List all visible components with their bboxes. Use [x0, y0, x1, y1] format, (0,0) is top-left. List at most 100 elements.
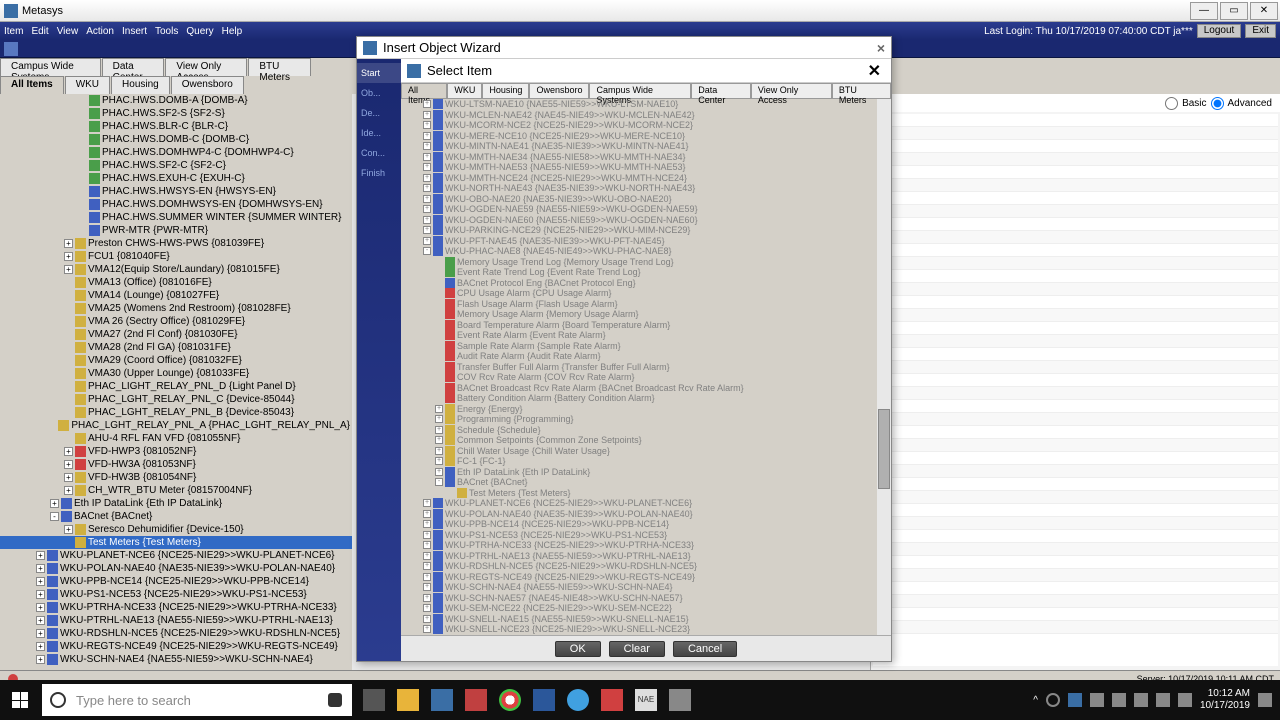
wizard-tree-row[interactable]: Sample Rate Alarm {Sample Rate Alarm}	[401, 341, 891, 352]
wizard-step[interactable]: Ob...	[357, 83, 401, 103]
clear-button[interactable]: Clear	[609, 641, 665, 657]
tree-row[interactable]: PHAC_LGHT_RELAY_PNL_B {Device-85043}	[0, 406, 352, 419]
tree-row[interactable]: PHAC.HWS.SUMMER WINTER {SUMMER WINTER}	[0, 211, 352, 224]
expand-icon[interactable]: +	[64, 447, 73, 456]
expand-icon[interactable]: -	[423, 247, 431, 255]
wizard-close-icon[interactable]: ×	[877, 40, 885, 56]
tree-row[interactable]: +FCU1 {081040FE}	[0, 250, 352, 263]
expand-icon[interactable]: +	[50, 499, 59, 508]
wizard-tree-row[interactable]: +WKU-SEM-NCE22 {NCE25-NIE29>>WKU-SEM-NCE…	[401, 603, 891, 614]
minimize-button[interactable]: —	[1190, 2, 1218, 20]
wizard-tree-row[interactable]: COV Rcv Rate Alarm {COV Rcv Rate Alarm}	[401, 372, 891, 383]
wizard-tree-row[interactable]: +WKU-POLAN-NAE40 {NAE35-NIE39>>WKU-POLAN…	[401, 509, 891, 520]
expand-icon[interactable]: +	[423, 583, 431, 591]
wizard-tree-row[interactable]: +WKU-PFT-NAE45 {NAE35-NIE39>>WKU-PFT-NAE…	[401, 236, 891, 247]
select-item-close-icon[interactable]: ✕	[868, 61, 881, 81]
expand-icon[interactable]: +	[423, 184, 431, 192]
tray-icon[interactable]	[1068, 693, 1082, 707]
tree-row[interactable]: +Seresco Dehumidifier {Device-150}	[0, 523, 352, 536]
wizard-tree-row[interactable]: +WKU-MINTN-NAE41 {NAE35-NIE39>>WKU-MINTN…	[401, 141, 891, 152]
wizard-tab[interactable]: Campus Wide Systems	[589, 83, 691, 99]
file-explorer-icon[interactable]	[394, 686, 422, 714]
wizard-tree-row[interactable]: Transfer Buffer Full Alarm {Transfer Buf…	[401, 362, 891, 373]
wizard-tree-row[interactable]: BACnet Protocol Eng {BACnet Protocol Eng…	[401, 278, 891, 289]
tree-row[interactable]: VMA14 (Lounge) {081027FE}	[0, 289, 352, 302]
expand-icon[interactable]: +	[423, 237, 431, 245]
tree-row[interactable]: +WKU-REGTS-NCE49 {NCE25-NIE29>>WKU-REGTS…	[0, 640, 352, 653]
expand-icon[interactable]: +	[435, 457, 443, 465]
tree-row[interactable]: +Preston CHWS-HWS-PWS {081039FE}	[0, 237, 352, 250]
tray-icon[interactable]	[1090, 693, 1104, 707]
tree-row[interactable]: +WKU-PPB-NCE14 {NCE25-NIE29>>WKU-PPB-NCE…	[0, 575, 352, 588]
wizard-tree-row[interactable]: Memory Usage Trend Log {Memory Usage Tre…	[401, 257, 891, 268]
tree-row[interactable]: +WKU-PTRHL-NAE13 {NAE55-NIE59>>WKU-PTRHL…	[0, 614, 352, 627]
wizard-tree-row[interactable]: +Chill Water Usage {Chill Water Usage}	[401, 446, 891, 457]
app-icon-4[interactable]	[666, 686, 694, 714]
wizard-tree-row[interactable]: +WKU-PARKING-NCE29 {NCE25-NIE29>>WKU-MIM…	[401, 225, 891, 236]
wizard-tab[interactable]: All Items	[401, 83, 447, 99]
wizard-step[interactable]: Finish	[357, 163, 401, 183]
tray-chevron-icon[interactable]: ^	[1033, 695, 1038, 706]
tree-row[interactable]: PHAC.HWS.DOMHWP4-C {DOMHWP4-C}	[0, 146, 352, 159]
expand-icon[interactable]: +	[423, 205, 431, 213]
expand-icon[interactable]: -	[435, 478, 443, 486]
wizard-tree[interactable]: +WKU-LTSM-NAE10 {NAE55-NIE59>>WKU-LTSM-N…	[401, 99, 891, 635]
expand-icon[interactable]: +	[435, 447, 443, 455]
wizard-tree-row[interactable]: +FC-1 {FC-1}	[401, 456, 891, 467]
menu-query[interactable]: Query	[186, 26, 213, 37]
expand-icon[interactable]: +	[423, 531, 431, 539]
expand-icon[interactable]: +	[423, 520, 431, 528]
tree-row[interactable]: +VMA12(Equip Store/Laundary) {081015FE}	[0, 263, 352, 276]
expand-icon[interactable]: +	[64, 460, 73, 469]
menu-view[interactable]: View	[57, 26, 79, 37]
network-icon[interactable]	[1156, 693, 1170, 707]
toolbar-icon[interactable]	[4, 42, 18, 56]
expand-icon[interactable]: +	[423, 142, 431, 150]
tab-all-items[interactable]: All Items	[0, 76, 64, 94]
ok-button[interactable]: OK	[555, 641, 601, 657]
tree-row[interactable]: +VFD-HW3B {081054NF}	[0, 471, 352, 484]
tree-row[interactable]: PHAC.HWS.DOMHWSYS-EN {DOMHWSYS-EN}	[0, 198, 352, 211]
wizard-tree-row[interactable]: +WKU-SCHN-NAE57 {NAE45-NIE48>>WKU-SCHN-N…	[401, 593, 891, 604]
tab-housing[interactable]: Housing	[111, 76, 170, 94]
wizard-tree-row[interactable]: +WKU-PLANET-NCE6 {NCE25-NIE29>>WKU-PLANE…	[401, 498, 891, 509]
expand-icon[interactable]: +	[423, 174, 431, 182]
chrome-icon[interactable]	[496, 686, 524, 714]
wizard-tree-row[interactable]: BACnet Broadcast Rcv Rate Alarm {BACnet …	[401, 383, 891, 394]
mic-icon[interactable]	[328, 693, 342, 707]
tab-btu-meters[interactable]: BTU Meters	[248, 58, 310, 76]
wizard-tree-row[interactable]: Event Rate Alarm {Event Rate Alarm}	[401, 330, 891, 341]
wizard-tree-row[interactable]: +WKU-MCLEN-NAE42 {NAE45-NIE49>>WKU-MCLEN…	[401, 110, 891, 121]
tree-row[interactable]: +WKU-PS1-NCE53 {NCE25-NIE29>>WKU-PS1-NCE…	[0, 588, 352, 601]
tree-row[interactable]: +WKU-RDSHLN-NCE5 {NCE25-NIE29>>WKU-RDSHL…	[0, 627, 352, 640]
wizard-tree-row[interactable]: -BACnet {BACnet}	[401, 477, 891, 488]
tree-row[interactable]: VMA27 (2nd Fl Conf) {081030FE}	[0, 328, 352, 341]
wizard-tree-row[interactable]: +WKU-PTRHL-NAE13 {NAE55-NIE59>>WKU-PTRHL…	[401, 551, 891, 562]
expand-icon[interactable]: +	[423, 541, 431, 549]
wizard-scrollbar[interactable]	[877, 99, 891, 635]
wizard-step[interactable]: Con...	[357, 143, 401, 163]
wizard-tree-row[interactable]: +WKU-MMTH-NCE24 {NCE25-NIE29>>WKU-MMTH-N…	[401, 173, 891, 184]
notifications-icon[interactable]	[1258, 693, 1272, 707]
wizard-tree-row[interactable]: +WKU-SNELL-NAE15 {NAE55-NIE59>>WKU-SNELL…	[401, 614, 891, 625]
expand-icon[interactable]: +	[423, 573, 431, 581]
expand-icon[interactable]: +	[64, 486, 73, 495]
wizard-tree-row[interactable]: +WKU-LTSM-NAE10 {NAE55-NIE59>>WKU-LTSM-N…	[401, 99, 891, 110]
scrollbar-thumb[interactable]	[878, 409, 890, 489]
tree-row[interactable]: VMA13 (Office) {081016FE}	[0, 276, 352, 289]
expand-icon[interactable]: +	[36, 577, 45, 586]
expand-icon[interactable]: +	[64, 473, 73, 482]
wizard-step[interactable]: De...	[357, 103, 401, 123]
wizard-tree-row[interactable]: +Schedule {Schedule}	[401, 425, 891, 436]
menu-tools[interactable]: Tools	[155, 26, 178, 37]
tree-row[interactable]: PHAC.HWS.SF2-S {SF2-S}	[0, 107, 352, 120]
wizard-tree-row[interactable]: +WKU-OGDEN-NAE60 {NAE55-NIE59>>WKU-OGDEN…	[401, 215, 891, 226]
tree-row[interactable]: AHU-4 RFL FAN VFD {081055NF}	[0, 432, 352, 445]
expand-icon[interactable]: +	[423, 153, 431, 161]
wizard-tab[interactable]: Owensboro	[529, 83, 589, 99]
wizard-tab[interactable]: WKU	[447, 83, 482, 99]
exit-button[interactable]: Exit	[1245, 24, 1276, 38]
wizard-tab[interactable]: Housing	[482, 83, 529, 99]
wizard-tree-row[interactable]: +WKU-RDSHLN-NCE5 {NCE25-NIE29>>WKU-RDSHL…	[401, 561, 891, 572]
tree-row[interactable]: PHAC_LGHT_RELAY_PNL_A {PHAC_LGHT_RELAY_P…	[0, 419, 352, 432]
